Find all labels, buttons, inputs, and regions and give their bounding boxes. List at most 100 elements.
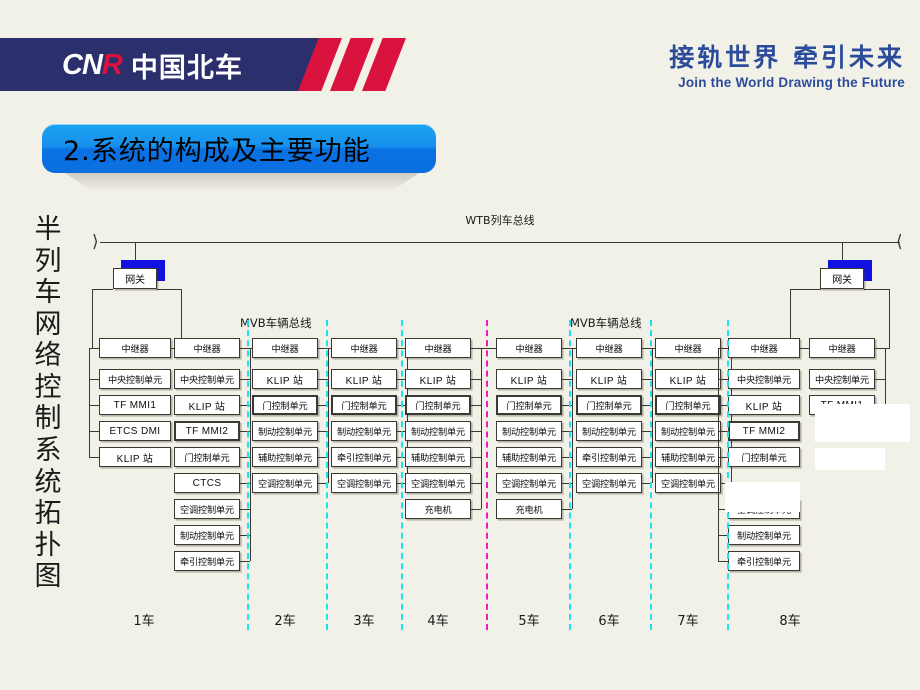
car-divider-3 xyxy=(401,320,403,630)
mvb-bus-label-right: MVB车辆总线 xyxy=(570,316,642,330)
vertical-caption-char: 拓 xyxy=(34,498,62,530)
unit-stub-c4-0 xyxy=(471,379,481,380)
unit-rail-c5 xyxy=(572,348,573,509)
unit-c4-3: 辅助控制单元 xyxy=(405,447,471,467)
mvb-bus-label-left: MVB车辆总线 xyxy=(240,316,312,330)
unit-c8a-6: 制动控制单元 xyxy=(728,525,800,545)
unit-c3-1: 门控制单元 xyxy=(331,395,397,415)
unit-rail-c1b xyxy=(250,348,251,561)
cnr-chinese-name: 中国北车 xyxy=(130,52,243,84)
unit-c7-4: 空调控制单元 xyxy=(655,473,721,493)
gw-right-bus-h-right xyxy=(864,289,890,290)
gw-left-bus-h-left xyxy=(92,289,113,290)
unit-stub-c1a-0 xyxy=(89,379,99,380)
unit-c8a-1: KLIP 站 xyxy=(728,395,800,415)
unit-stub-c4-4 xyxy=(471,483,481,484)
unit-c3-4: 空调控制单元 xyxy=(331,473,397,493)
unit-c3-0: KLIP 站 xyxy=(331,369,397,389)
unit-c7-0: KLIP 站 xyxy=(655,369,721,389)
vertical-caption-char: 列 xyxy=(34,245,62,277)
repeater-c8a: 中继器 xyxy=(728,338,800,358)
unit-c1b-2: TF MMI2 xyxy=(174,421,240,441)
car-divider-7 xyxy=(727,320,729,630)
unit-c5-3: 辅助控制单元 xyxy=(496,447,562,467)
wtb-bus-line xyxy=(100,242,900,243)
unit-c5-1: 门控制单元 xyxy=(496,395,562,415)
unit-c8a-0: 中央控制单元 xyxy=(728,369,800,389)
unit-c4-4: 空调控制单元 xyxy=(405,473,471,493)
unit-c1b-1: KLIP 站 xyxy=(174,395,240,415)
unit-rail-c2 xyxy=(328,348,329,483)
repeater-c1a: 中继器 xyxy=(99,338,171,358)
slogan: 接轨世界 牵引未来 Join the World Drawing the Fut… xyxy=(669,43,905,90)
unit-rail-c8b xyxy=(885,348,886,405)
vertical-caption-char: 车 xyxy=(34,277,62,309)
unit-c6-0: KLIP 站 xyxy=(576,369,642,389)
gateway-left: 网关 xyxy=(113,268,157,289)
unit-c4-5: 充电机 xyxy=(405,499,471,519)
gw-right-bus-down-right xyxy=(889,289,890,348)
unit-rail-top-c1a xyxy=(89,348,99,349)
unit-c4-0: KLIP 站 xyxy=(405,369,471,389)
car-divider-5 xyxy=(569,320,571,630)
car-label-6: 6车 xyxy=(598,614,620,629)
vertical-caption-char: 制 xyxy=(34,403,62,435)
unit-c2-4: 空调控制单元 xyxy=(252,473,318,493)
unit-c4-2: 制动控制单元 xyxy=(405,421,471,441)
repeater-c2: 中继器 xyxy=(252,338,318,358)
unit-rail-top-c8b xyxy=(875,348,885,349)
vertical-caption-char: 半 xyxy=(34,214,62,245)
vertical-caption-char: 图 xyxy=(34,561,62,593)
unit-c8a-3: 门控制单元 xyxy=(728,447,800,467)
unit-stub-c4-3 xyxy=(471,457,481,458)
network-topology-diagram: ⟩ ⟨ WTB列车总线 网关 网关 MVB车辆总线 MVB车辆总线 中继器 中央控制单元 TF M… xyxy=(89,212,910,642)
car-divider-4 xyxy=(486,320,488,630)
unit-rail-c1a xyxy=(89,348,90,457)
repeater-c3: 中继器 xyxy=(331,338,397,358)
gw-left-bus-down-left xyxy=(92,289,93,348)
unit-rail-top-c4 xyxy=(471,348,481,349)
unit-stub-c4-2 xyxy=(471,431,481,432)
cnr-logo: CNR 中国北车 xyxy=(62,48,243,84)
unit-c2-2: 制动控制单元 xyxy=(252,421,318,441)
eraser-patch-1 xyxy=(815,404,910,442)
car-label-3: 3车 xyxy=(353,614,375,629)
wtb-bus-left-terminator-icon: ⟩ xyxy=(92,232,99,252)
unit-c2-3: 辅助控制单元 xyxy=(252,447,318,467)
unit-c1b-6: 制动控制单元 xyxy=(174,525,240,545)
vertical-caption-char: 扑 xyxy=(34,529,62,561)
gateway-right: 网关 xyxy=(820,268,864,289)
unit-stub-c4-1 xyxy=(471,405,481,406)
unit-c1a-2: ETCS DMI xyxy=(99,421,171,441)
unit-c1a-3: KLIP 站 xyxy=(99,447,171,467)
car-label-8: 8车 xyxy=(779,614,801,629)
repeater-c6: 中继器 xyxy=(576,338,642,358)
repeater-c4: 中继器 xyxy=(405,338,471,358)
unit-c8b-0: 中央控制单元 xyxy=(809,369,875,389)
cnr-wordmark: CNR xyxy=(62,48,123,81)
unit-rail-c4 xyxy=(481,348,482,509)
wtb-bus-right-terminator-icon: ⟨ xyxy=(896,232,903,252)
unit-c1b-7: 牵引控制单元 xyxy=(174,551,240,571)
gw-right-bus-h-left xyxy=(790,289,821,290)
unit-c5-5: 充电机 xyxy=(496,499,562,519)
unit-c7-2: 制动控制单元 xyxy=(655,421,721,441)
unit-c4-1: 门控制单元 xyxy=(405,395,471,415)
unit-c1b-3: 门控制单元 xyxy=(174,447,240,467)
unit-stub-c1a-1 xyxy=(89,405,99,406)
vertical-caption: 半列车网络控制系统拓扑图 xyxy=(28,214,68,593)
unit-c7-3: 辅助控制单元 xyxy=(655,447,721,467)
wtb-bus-label: WTB列车总线 xyxy=(465,214,535,227)
unit-stub-c8b-0 xyxy=(875,379,885,380)
vertical-caption-char: 控 xyxy=(34,371,62,403)
unit-stub-c1a-2 xyxy=(89,431,99,432)
unit-c1b-5: 空调控制单元 xyxy=(174,499,240,519)
unit-c5-2: 制动控制单元 xyxy=(496,421,562,441)
car-label-1: 1车 xyxy=(133,614,155,629)
vertical-caption-char: 络 xyxy=(34,340,62,372)
vertical-caption-char: 系 xyxy=(34,435,62,467)
eraser-patch-2 xyxy=(815,448,885,470)
unit-c7-1: 门控制单元 xyxy=(655,395,721,415)
unit-c5-4: 空调控制单元 xyxy=(496,473,562,493)
car-label-4: 4车 xyxy=(427,614,449,629)
